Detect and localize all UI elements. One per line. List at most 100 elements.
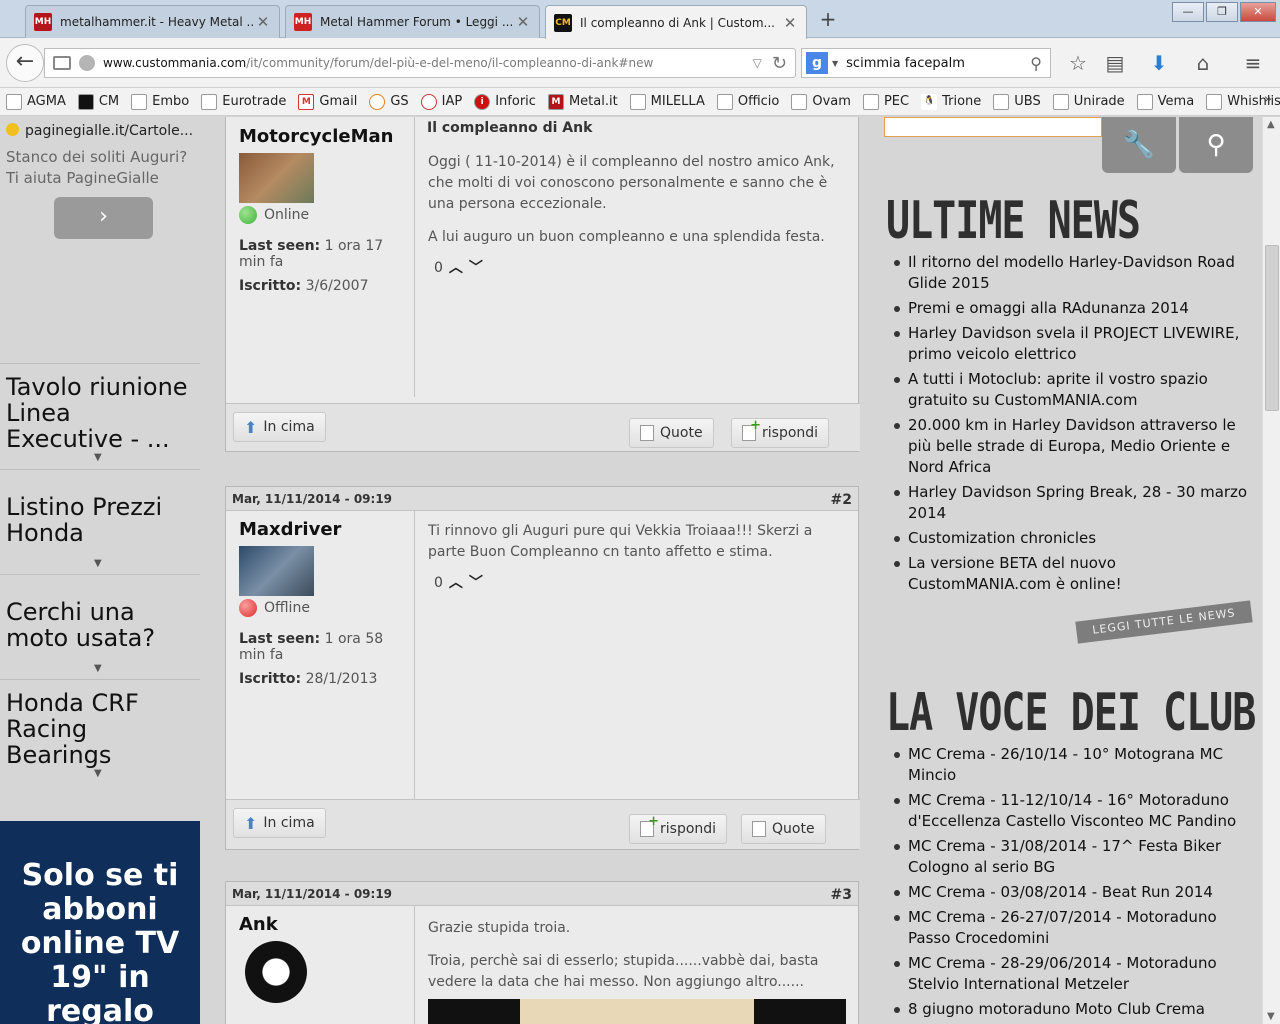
ad-title[interactable]: paginegialle.it/Cartole... bbox=[6, 123, 193, 139]
bookmark-agma[interactable]: AGMA bbox=[6, 93, 66, 110]
chevron-down-icon[interactable]: ▼ bbox=[94, 452, 102, 463]
news-item[interactable]: Customization chronicles bbox=[892, 528, 1262, 549]
bookmark-gs[interactable]: GS bbox=[369, 93, 409, 110]
chevron-down-icon[interactable]: ▼ bbox=[832, 59, 838, 68]
post-number[interactable]: #3 bbox=[831, 887, 852, 903]
vote-up-icon[interactable]: ︿ bbox=[449, 258, 463, 279]
vote-down-icon[interactable]: ﹀ bbox=[469, 573, 483, 594]
ad-honda-crf[interactable]: Honda CRF Racing Bearings ▼ bbox=[0, 679, 200, 783]
author-name[interactable]: Ank bbox=[239, 914, 401, 935]
bookmark-pec[interactable]: PEC bbox=[862, 93, 909, 110]
news-item[interactable]: 20.000 km in Harley Davidson attraverso … bbox=[892, 415, 1262, 478]
bookmark-vema[interactable]: Vema bbox=[1136, 93, 1194, 110]
home-icon[interactable]: ⌂ bbox=[1191, 52, 1215, 76]
search-box[interactable]: g ▼ scimmia facepalm ⚲ bbox=[801, 48, 1051, 78]
new-tab-button[interactable]: + bbox=[815, 9, 841, 31]
bookmark-embo[interactable]: Embo bbox=[131, 93, 189, 110]
bookmark-milella[interactable]: MILELLA bbox=[629, 93, 705, 110]
search-icon[interactable]: ⚲ bbox=[1030, 54, 1042, 73]
search-input[interactable]: scimmia facepalm bbox=[846, 56, 1030, 71]
news-item[interactable]: Il ritorno del modello Harley-Davidson R… bbox=[892, 252, 1262, 294]
club-item[interactable]: MC Crema - 26-27/07/2014 - Motoraduno Pa… bbox=[892, 907, 1262, 949]
bookmark-eurotrade[interactable]: Eurotrade bbox=[201, 93, 286, 110]
bookmark-ubs[interactable]: UBS bbox=[993, 93, 1041, 110]
bookmark-metal-it[interactable]: M Metal.it bbox=[547, 93, 618, 110]
ad-tavolo-riunione[interactable]: Tavolo riunione Linea Executive - ... ▼ bbox=[0, 363, 200, 469]
ad-text[interactable]: Honda CRF Racing Bearings bbox=[0, 680, 200, 768]
read-all-news-button[interactable]: LEGGI TUTTE LE NEWS bbox=[1075, 600, 1253, 644]
reload-icon[interactable]: ↻ bbox=[772, 53, 787, 74]
scroll-down-icon[interactable]: ▼ bbox=[1267, 1011, 1275, 1022]
bookmark-ovam[interactable]: Ovam bbox=[791, 93, 851, 110]
club-item[interactable]: MC Crema - 11-12/10/14 - 16° Motoraduno … bbox=[892, 790, 1262, 832]
club-item[interactable]: MC Crema - 03/08/2014 - Beat Run 2014 bbox=[892, 882, 1262, 903]
bookmark-officio[interactable]: Officio bbox=[716, 93, 779, 110]
quote-button[interactable]: Quote bbox=[741, 814, 826, 844]
bookmark-cm[interactable]: CM bbox=[77, 93, 119, 110]
ad-tv-banner[interactable]: Solo se ti abboni online TV 19" in regal… bbox=[0, 821, 200, 1024]
bookmark-unirade[interactable]: Unirade bbox=[1052, 93, 1125, 110]
scroll-up-icon[interactable]: ▲ bbox=[1267, 119, 1275, 130]
reply-button[interactable]: rispondi bbox=[731, 418, 830, 448]
ad-listino-honda[interactable]: Listino Prezzi Honda ▼ bbox=[0, 469, 200, 574]
maximize-button[interactable]: ❐ bbox=[1206, 2, 1238, 22]
tab-groups-icon[interactable] bbox=[53, 56, 71, 70]
club-item[interactable]: 8 giugno motoraduno Moto Club Crema bbox=[892, 999, 1262, 1020]
wrench-icon[interactable]: 🔧 bbox=[1102, 117, 1176, 173]
reply-button[interactable]: rispondi bbox=[629, 814, 728, 844]
bookmarks-list-icon[interactable]: ▤ bbox=[1103, 52, 1127, 76]
news-item[interactable]: Harley Davidson Spring Break, 28 - 30 ma… bbox=[892, 482, 1262, 524]
close-icon[interactable]: ✕ bbox=[782, 14, 798, 32]
bookmark-trione[interactable]: 🐧 Trione bbox=[921, 93, 981, 110]
top-banner[interactable] bbox=[884, 117, 1102, 137]
quote-button[interactable]: Quote bbox=[629, 418, 714, 448]
url-bar[interactable]: www.custommania.com/it/community/forum/d… bbox=[44, 48, 796, 78]
close-icon[interactable]: ✕ bbox=[515, 13, 531, 31]
author-name[interactable]: MotorcycleMan bbox=[239, 126, 401, 147]
ad-text[interactable]: Cerchi una moto usata? bbox=[0, 575, 200, 651]
vote-down-icon[interactable]: ﹀ bbox=[469, 258, 483, 279]
news-item[interactable]: Harley Davidson svela il PROJECT LIVEWIR… bbox=[892, 323, 1262, 365]
club-item[interactable]: MC Crema - 28-29/06/2014 - Motoraduno St… bbox=[892, 953, 1262, 995]
tab-metalhammer-forum[interactable]: MH Metal Hammer Forum • Leggi ... ✕ bbox=[285, 5, 540, 38]
chevron-down-icon[interactable]: ▼ bbox=[94, 768, 102, 779]
author-name[interactable]: Maxdriver bbox=[239, 519, 401, 540]
tab-metalhammer[interactable]: MH metalhammer.it - Heavy Metal ... ✕ bbox=[25, 5, 280, 38]
avatar[interactable] bbox=[245, 941, 307, 1003]
search-icon[interactable]: ⚲ bbox=[1179, 117, 1253, 173]
close-icon[interactable]: ✕ bbox=[255, 13, 271, 31]
chevron-down-icon[interactable]: ▼ bbox=[94, 663, 102, 674]
ad-go-button[interactable]: › bbox=[54, 197, 153, 239]
google-icon[interactable]: g bbox=[806, 52, 828, 74]
window-close-button[interactable]: ✕ bbox=[1240, 2, 1276, 22]
news-item[interactable]: Premi e omaggi alla RAdunanza 2014 bbox=[892, 298, 1262, 319]
club-item[interactable]: MC Crema - 26/10/14 - 10° Motograna MC M… bbox=[892, 744, 1262, 786]
bookmark-star-icon[interactable]: ☆ bbox=[1066, 52, 1090, 76]
back-button[interactable]: ← bbox=[6, 44, 44, 82]
club-item[interactable]: MC Crema - 31/08/2014 - 17^ Festa Biker … bbox=[892, 836, 1262, 878]
ad-text[interactable]: Tavolo riunione Linea Executive - ... bbox=[0, 364, 200, 452]
bookmark-iap[interactable]: IAP bbox=[420, 93, 462, 110]
avatar[interactable] bbox=[239, 153, 314, 203]
chevron-down-icon[interactable]: ▼ bbox=[94, 558, 102, 569]
back-to-top-button[interactable]: ⬆ In cima bbox=[233, 412, 326, 442]
ad-paginegialle[interactable]: paginegialle.it/Cartole... Stanco dei so… bbox=[0, 117, 200, 357]
back-to-top-button[interactable]: ⬆ In cima bbox=[233, 808, 326, 838]
news-item[interactable]: A tutti i Motoclub: aprite il vostro spa… bbox=[892, 369, 1262, 411]
tab-compleanno-ank[interactable]: CM Il compleanno di Ank | Custom... ✕ bbox=[545, 5, 807, 39]
ad-moto-usata[interactable]: Cerchi una moto usata? ▼ bbox=[0, 574, 200, 679]
vote-up-icon[interactable]: ︿ bbox=[449, 573, 463, 594]
scrollbar-thumb[interactable] bbox=[1265, 245, 1279, 411]
avatar[interactable] bbox=[239, 546, 314, 596]
download-icon[interactable]: ⬇ bbox=[1147, 52, 1171, 76]
minimize-button[interactable]: — bbox=[1172, 2, 1204, 22]
news-item[interactable]: La versione BETA del nuovo CustomMANIA.c… bbox=[892, 553, 1262, 595]
menu-icon[interactable]: ≡ bbox=[1241, 52, 1265, 76]
history-dropdown-icon[interactable]: ▽ bbox=[753, 56, 762, 70]
url-text[interactable]: www.custommania.com/it/community/forum/d… bbox=[103, 56, 753, 70]
bookmark-inforic[interactable]: i Inforic bbox=[474, 93, 536, 110]
post-number[interactable]: #2 bbox=[831, 492, 852, 508]
bookmarks-overflow-icon[interactable]: » bbox=[1264, 92, 1272, 107]
bookmark-gmail[interactable]: M Gmail bbox=[298, 93, 357, 110]
ad-text[interactable]: Listino Prezzi Honda bbox=[0, 470, 200, 546]
